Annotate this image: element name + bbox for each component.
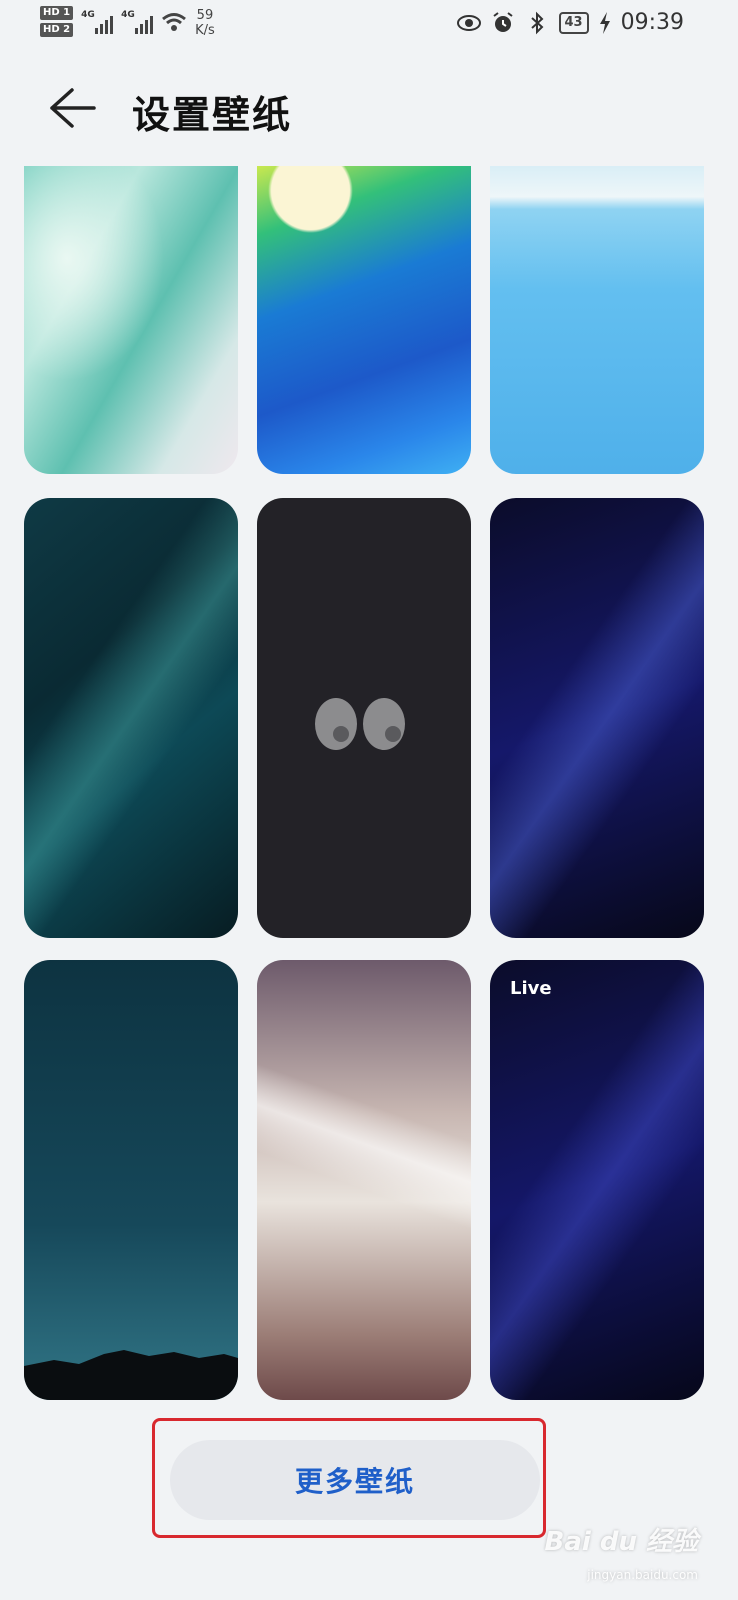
sim2-network-label: 4G (121, 10, 135, 20)
wallpaper-tile-blue-flow[interactable] (257, 166, 471, 474)
clock-time: 09:39 (620, 10, 684, 35)
baidu-watermark-url: jingyan.baidu.com (587, 1568, 698, 1582)
hd1-badge: HD 1 (40, 6, 74, 20)
alarm-icon (492, 11, 513, 32)
sim1-network-label: 4G (81, 10, 95, 20)
wallpaper-tile-indigo-live[interactable]: Live (490, 960, 704, 1400)
wifi-icon (162, 13, 187, 31)
wallpaper-tile-lake-blue[interactable] (490, 166, 704, 474)
arrow-left-icon[interactable] (46, 86, 98, 130)
wallpaper-tile-mountain-dusk[interactable] (24, 960, 238, 1400)
wallpaper-tile-dark-eyes[interactable] (257, 498, 471, 938)
charging-icon (599, 11, 610, 34)
speed-value: 59 (196, 8, 214, 23)
mountain-silhouette (24, 1350, 238, 1400)
wallpaper-tile-marble-teal[interactable] (24, 166, 238, 474)
battery-level: 43 (558, 11, 589, 34)
hd2-badge: HD 2 (40, 23, 74, 37)
app-header: 设置壁纸 (0, 70, 738, 150)
signal-sim2-icon: 4G (121, 6, 154, 34)
eyes-graphic (315, 698, 405, 750)
live-badge: Live (510, 978, 552, 999)
bluetooth-icon (530, 11, 543, 34)
baidu-watermark: Bai du 经验 (544, 1527, 699, 1557)
more-wallpapers-button[interactable]: 更多壁纸 (170, 1440, 540, 1520)
eye-comfort-icon (456, 14, 481, 31)
signal-sim1-icon: 4G (81, 6, 114, 34)
wallpaper-tile-indigo-streaks[interactable] (490, 498, 704, 938)
status-bar: HD 1 HD 2 4G 4G 59 K/s 43 09:39 (0, 0, 738, 50)
page-title: 设置壁纸 (132, 93, 293, 137)
speed-unit: K/s (195, 23, 215, 38)
wallpaper-tile-pastel-wave[interactable] (257, 960, 471, 1400)
wallpaper-tile-teal-streaks[interactable] (24, 498, 238, 938)
network-speed: 59 K/s (195, 8, 215, 38)
